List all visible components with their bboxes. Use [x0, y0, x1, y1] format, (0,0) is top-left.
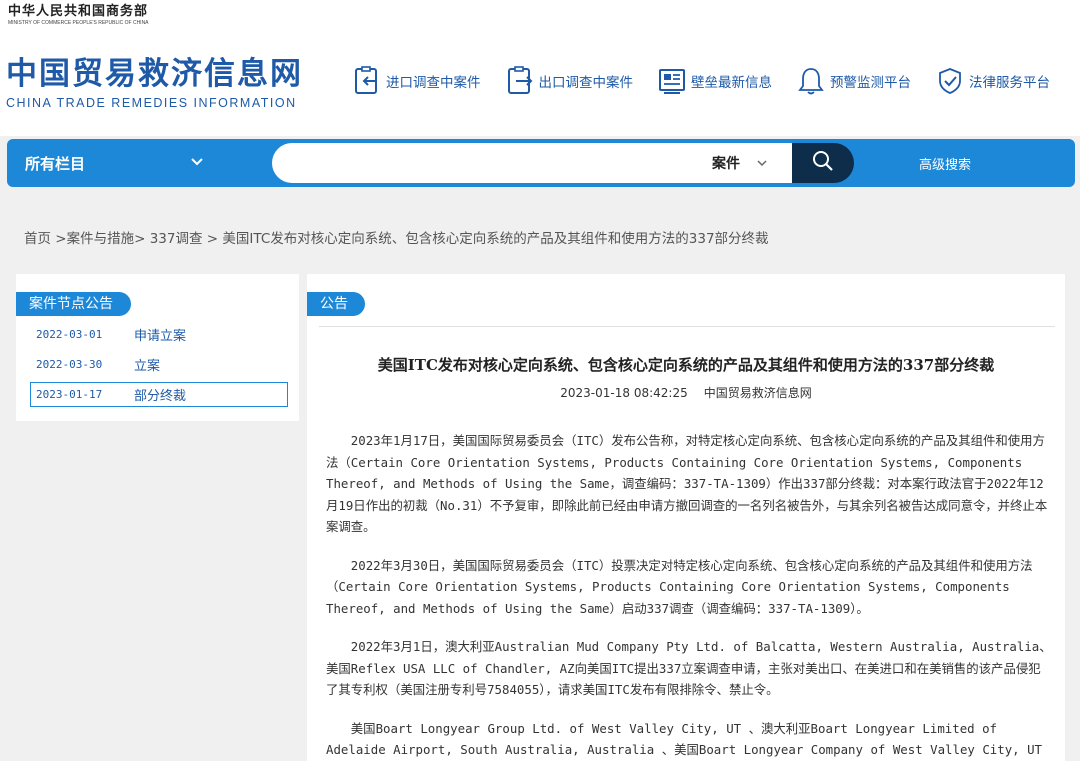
case-node-sidebar: 案件节点公告 2022-03-01 申请立案 2022-03-30 立案 202… [16, 274, 299, 421]
article-title: 美国ITC发布对核心定向系统、包含核心定向系统的产品及其组件和使用方法的337部… [377, 356, 995, 374]
announcement-tag: 公告 [307, 292, 365, 316]
case-node-date: 2023-01-17 [36, 388, 103, 401]
case-node-date: 2022-03-01 [36, 328, 103, 341]
site-header: 中华人民共和国商务部 MINISTRY OF COMMERCE PEOPLE'S… [0, 0, 1080, 136]
nav-warning-platform[interactable]: 预警监测平台 [796, 65, 911, 97]
article-body: 2023年1月17日，美国国际贸易委员会（ITC）发布公告称，对特定核心定向系统… [326, 430, 1052, 761]
breadcrumb-current: 美国ITC发布对核心定向系统、包含核心定向系统的产品及其组件和使用方法的337部… [222, 231, 769, 247]
article-source: 中国贸易救济信息网 [703, 386, 812, 400]
case-node-name: 申请立案 [134, 329, 187, 344]
search-input[interactable] [272, 143, 692, 183]
sidebar-title: 案件节点公告 [16, 292, 131, 316]
case-node-list: 2022-03-01 申请立案 2022-03-30 立案 2023-01-17… [30, 322, 288, 412]
search-bar: 所有栏目 案件 高级搜索 [7, 139, 1075, 187]
article-datetime: 2023-01-18 08:42:25 [560, 386, 688, 400]
nav-import-cases[interactable]: 进口调查中案件 [352, 65, 481, 97]
search-field-wrap: 案件 [272, 143, 792, 183]
article-paragraph: 2022年3月1日，澳大利亚Australian Mud Company Pty… [326, 639, 1052, 697]
nav-legal-platform[interactable]: 法律服务平台 [935, 65, 1050, 97]
advanced-search-link[interactable]: 高级搜索 [919, 154, 971, 173]
article-paragraph: 2023年1月17日，美国国际贸易委员会（ITC）发布公告称，对特定核心定向系统… [326, 433, 1048, 534]
announcement-panel: 公告 美国ITC发布对核心定向系统、包含核心定向系统的产品及其组件和使用方法的3… [307, 274, 1065, 761]
article-meta: 2023-01-18 08:42:25 中国贸易救济信息网 [307, 384, 1065, 401]
breadcrumb: 首页 >案件与措施> 337调查 > 美国ITC发布对核心定向系统、包含核心定向… [24, 227, 769, 247]
case-node-item[interactable]: 2022-03-01 申请立案 [30, 322, 288, 347]
search-button[interactable] [792, 143, 854, 183]
site-subtitle: CHINA TRADE REMEDIES INFORMATION [6, 96, 297, 110]
nav-barrier-news-label: 壁垒最新信息 [691, 75, 772, 91]
nav-export-cases-label: 出口调查中案件 [538, 75, 634, 91]
search-type-select[interactable]: 案件 [712, 143, 768, 183]
breadcrumb-separator: > [134, 231, 150, 247]
ministry-logo[interactable]: 中华人民共和国商务部 MINISTRY OF COMMERCE PEOPLE'S… [8, 4, 149, 27]
breadcrumb-home[interactable]: 首页 [24, 231, 51, 247]
search-type-value: 案件 [712, 156, 740, 172]
nav-warning-platform-label: 预警监测平台 [830, 75, 911, 91]
nav-import-cases-label: 进口调查中案件 [386, 75, 481, 91]
ministry-name-cn: 中华人民共和国商务部 [8, 4, 149, 19]
divider [319, 326, 1055, 327]
barrier-news-icon [657, 65, 687, 97]
site-title[interactable]: 中国贸易救济信息网 [6, 56, 303, 92]
nav-barrier-news[interactable]: 壁垒最新信息 [657, 65, 772, 97]
search-icon [812, 150, 834, 176]
breadcrumb-separator: > [202, 231, 223, 247]
import-case-icon [352, 65, 382, 97]
nav-export-cases[interactable]: 出口调查中案件 [505, 65, 634, 97]
case-node-item-active[interactable]: 2023-01-17 部分终裁 [30, 382, 288, 407]
category-select-value: 所有栏目 [25, 154, 86, 173]
breadcrumb-cases-measures[interactable]: 案件与措施 [67, 231, 135, 247]
case-node-name: 立案 [134, 359, 161, 374]
case-node-item[interactable]: 2022-03-30 立案 [30, 352, 288, 377]
ministry-name-en: MINISTRY OF COMMERCE PEOPLE'S REPUBLIC O… [8, 20, 149, 26]
breadcrumb-337[interactable]: 337调查 [150, 231, 203, 247]
breadcrumb-separator: > [51, 231, 67, 247]
case-node-name: 部分终裁 [134, 389, 187, 404]
export-case-icon [505, 65, 535, 97]
shield-check-icon [935, 65, 965, 97]
article-paragraph: 2022年3月30日，美国国际贸易委员会（ITC）投票决定对特定核心定向系统、包… [326, 557, 1033, 616]
nav-legal-platform-label: 法律服务平台 [969, 75, 1050, 91]
chevron-down-icon [190, 153, 204, 172]
bell-icon [796, 65, 826, 97]
chevron-down-icon [756, 154, 768, 173]
top-nav: 进口调查中案件 出口调查中案件 壁垒最新信息 预警监测平台 法律服务平台 [352, 64, 1074, 98]
category-select[interactable]: 所有栏目 [25, 139, 215, 187]
article-paragraph: 美国Boart Longyear Group Ltd. of West Vall… [326, 720, 1043, 758]
case-node-date: 2022-03-30 [36, 358, 103, 371]
